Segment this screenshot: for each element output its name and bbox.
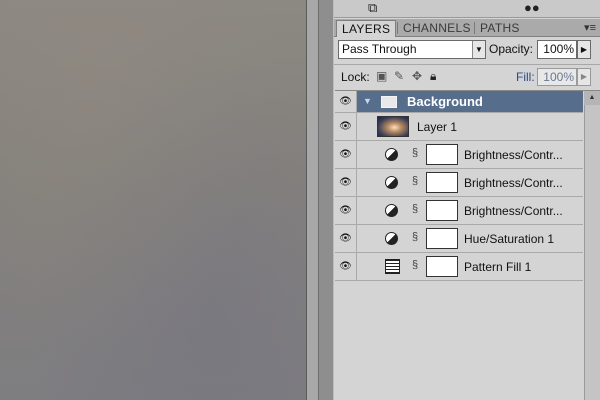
folder-icon xyxy=(381,96,397,108)
layer-name: Layer 1 xyxy=(417,120,458,134)
lock-row: Lock: ▣ ✎ ✥ 🔒︎ Fill: 100% ▶ xyxy=(334,64,600,88)
link-chain-icon[interactable]: § xyxy=(412,203,418,215)
layer-mask-thumbnail[interactable] xyxy=(426,256,458,277)
layer-mask-thumbnail[interactable] xyxy=(426,228,458,249)
layer-row[interactable]: 👁︎ § Brightness/Contr... xyxy=(335,197,583,225)
eye-icon[interactable]: 👁︎ xyxy=(335,113,357,140)
blend-row: Pass Through ▼ Opacity: 100% ▶ xyxy=(334,38,600,62)
fill-label: Fill: xyxy=(516,70,535,84)
expand-triangle-icon[interactable]: ▼ xyxy=(363,96,372,106)
layer-row[interactable]: 👁︎ § Brightness/Contr... xyxy=(335,169,583,197)
dock-strip xyxy=(318,0,334,400)
blend-mode-select[interactable]: Pass Through ▼ xyxy=(338,40,486,59)
layers-panel: ⧉ ●● LAYERS CHANNELS PATHS ▾≡ Pass Throu… xyxy=(334,0,600,400)
scroll-up-icon[interactable]: ▲ xyxy=(584,91,600,105)
layer-row[interactable]: 👁︎ § Pattern Fill 1 xyxy=(335,253,583,281)
resize-icon[interactable]: ⧉ xyxy=(368,1,377,15)
eye-icon[interactable]: 👁︎ xyxy=(335,169,357,196)
layer-row[interactable]: 👁︎ Layer 1 xyxy=(335,113,583,141)
fill-slider-arrow-icon[interactable]: ▶ xyxy=(577,68,591,86)
layer-row[interactable]: 👁︎ § Brightness/Contr... xyxy=(335,141,583,169)
adjustment-layer-icon[interactable] xyxy=(385,148,398,161)
pattern-fill-icon[interactable] xyxy=(385,259,400,274)
layer-mask-thumbnail[interactable] xyxy=(426,200,458,221)
chevron-down-icon[interactable]: ▼ xyxy=(472,41,485,58)
tab-channels[interactable]: CHANNELS xyxy=(398,20,476,37)
panel-menu-icon[interactable]: ▾≡ xyxy=(584,21,596,34)
layer-name: Brightness/Contr... xyxy=(464,176,563,190)
lock-transparency-icon[interactable]: ▣ xyxy=(376,69,387,83)
eye-icon[interactable]: 👁︎ xyxy=(335,91,357,112)
adjustment-layer-icon[interactable] xyxy=(385,232,398,245)
canvas-gutter xyxy=(306,0,318,400)
eye-icon[interactable]: 👁︎ xyxy=(335,253,357,280)
layer-thumbnail xyxy=(377,116,409,137)
lock-label: Lock: xyxy=(341,70,370,84)
layer-group-name: Background xyxy=(407,94,483,109)
lock-all-icon[interactable]: 🔒︎ xyxy=(430,69,436,84)
opacity-input[interactable]: 100% xyxy=(537,40,577,59)
panel-tabs: LAYERS CHANNELS PATHS ▾≡ xyxy=(334,19,600,37)
eye-icon[interactable]: 👁︎ xyxy=(335,225,357,252)
tab-paths[interactable]: PATHS xyxy=(475,20,525,37)
link-chain-icon[interactable]: § xyxy=(412,259,418,271)
fill-input[interactable]: 100% xyxy=(537,68,577,86)
eye-icon[interactable]: 👁︎ xyxy=(335,197,357,224)
adjustment-layer-icon[interactable] xyxy=(385,204,398,217)
layer-mask-thumbnail[interactable] xyxy=(426,172,458,193)
blend-mode-value: Pass Through xyxy=(342,42,417,56)
layer-name: Hue/Saturation 1 xyxy=(464,232,555,246)
opacity-label: Opacity: xyxy=(489,42,534,56)
lock-image-icon[interactable]: ✎ xyxy=(394,69,404,83)
layer-name: Brightness/Contr... xyxy=(464,148,563,162)
tab-layers[interactable]: LAYERS xyxy=(336,20,397,37)
layer-row[interactable]: 👁︎ § Hue/Saturation 1 xyxy=(335,225,583,253)
document-canvas[interactable] xyxy=(0,0,306,400)
lock-position-icon[interactable]: ✥ xyxy=(412,69,422,83)
layer-name: Brightness/Contr... xyxy=(464,204,563,218)
channels-dock-icon[interactable]: ●● xyxy=(524,1,540,15)
link-chain-icon[interactable]: § xyxy=(412,231,418,243)
layer-mask-thumbnail[interactable] xyxy=(426,144,458,165)
link-chain-icon[interactable]: § xyxy=(412,175,418,187)
adjustment-layer-icon[interactable] xyxy=(385,176,398,189)
opacity-slider-arrow-icon[interactable]: ▶ xyxy=(577,40,591,59)
layers-list: 👁︎ ▼ Background 👁︎ Layer 1 👁︎ § Brightne… xyxy=(335,90,600,400)
layer-name: Pattern Fill 1 xyxy=(464,260,532,274)
link-chain-icon[interactable]: § xyxy=(412,147,418,159)
layers-scrollbar[interactable]: ▲ xyxy=(584,91,600,400)
eye-icon[interactable]: 👁︎ xyxy=(335,141,357,168)
layer-group-row[interactable]: 👁︎ ▼ Background xyxy=(335,91,583,113)
panel-top-strip: ⧉ ●● xyxy=(334,0,600,18)
